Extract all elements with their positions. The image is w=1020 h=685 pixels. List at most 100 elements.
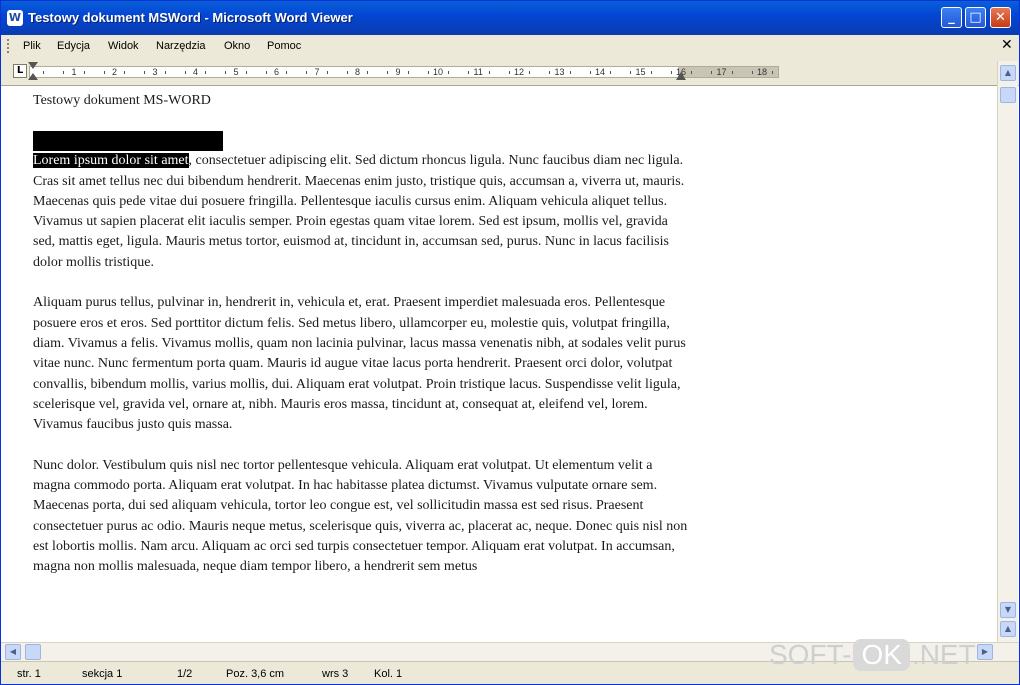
left-indent-icon[interactable] — [28, 73, 38, 80]
ruler-number: 7 — [314, 67, 320, 77]
menu-bar: Plik Edycja Widok Narzędzia Okno Pomoc ✕ — [1, 35, 1019, 59]
ruler-tick — [164, 71, 166, 74]
window-title: Testowy dokument MSWord - Microsoft Word… — [28, 10, 353, 25]
previous-page-icon[interactable]: ▲ — [1000, 621, 1016, 637]
ruler-tick — [245, 71, 247, 74]
ruler-number: 1 — [71, 67, 77, 77]
paragraph-1: Lorem ipsum dolor sit amet, consectetuer… — [33, 151, 693, 273]
menu-narzedzia[interactable]: Narzędzia — [156, 40, 206, 52]
ruler-number: 13 — [554, 67, 565, 77]
scroll-down-icon[interactable]: ▼ — [1000, 602, 1016, 618]
ruler-tick — [387, 71, 389, 74]
ruler-tick — [650, 71, 652, 74]
ruler-tick — [448, 71, 450, 74]
ruler-tick — [468, 71, 470, 74]
ruler-number: 2 — [112, 67, 118, 77]
document-close-icon[interactable]: ✕ — [1001, 37, 1013, 53]
paragraph-1-text: , consectetuer adipiscing elit. Sed dict… — [33, 153, 685, 270]
ruler-tick — [610, 71, 612, 74]
status-column: Kol. 1 — [374, 668, 403, 680]
ruler-number: 12 — [514, 67, 525, 77]
minimize-button[interactable]: _ — [941, 7, 962, 28]
menu-plik[interactable]: Plik — [23, 40, 41, 52]
paragraph-3: Nunc dolor. Vestibulum quis nisl nec tor… — [33, 457, 688, 575]
menu-pomoc[interactable]: Pomoc — [267, 40, 301, 52]
selection-highlight — [33, 131, 223, 152]
status-page: str. 1 — [17, 668, 41, 680]
watermark-logo: SOFT- OK .NET — [769, 639, 976, 671]
ruler-tick — [589, 71, 591, 74]
ruler-tick — [670, 71, 672, 74]
tab-selector-icon[interactable]: L — [13, 64, 27, 78]
ruler-tick — [549, 71, 551, 74]
menu-edycja[interactable]: Edycja — [57, 40, 90, 52]
ruler-tick — [488, 71, 490, 74]
ruler-number: 11 — [473, 67, 483, 77]
toolbar-grip-icon[interactable] — [7, 39, 12, 53]
horizontal-ruler[interactable]: L 1 2 3 4 5 6 7 8 9 10 11 12 13 14 15 16 17 18 — [1, 58, 1019, 86]
word-viewer-window: W Testowy dokument MSWord - Microsoft Wo… — [0, 0, 1020, 685]
ruler-number: 5 — [233, 67, 239, 77]
document-body: Testowy dokument MS-WORD Lorem ipsum dol… — [33, 91, 693, 598]
horizontal-scroll-thumb[interactable] — [25, 644, 41, 660]
paragraph-2: Aliquam purus tellus, pulvinar in, hendr… — [33, 295, 686, 433]
ruler-tick — [367, 71, 369, 74]
document-area[interactable]: Testowy dokument MS-WORD Lorem ipsum dol… — [1, 86, 997, 642]
ruler-tick — [691, 71, 693, 74]
right-indent-icon[interactable] — [676, 72, 686, 80]
close-button[interactable]: ✕ — [990, 7, 1011, 28]
ruler-tick — [43, 71, 45, 74]
ruler-tick — [184, 71, 186, 74]
ruler-tick — [751, 71, 753, 74]
scroll-right-icon[interactable]: ▶ — [977, 644, 993, 660]
ruler-number: 4 — [193, 67, 199, 77]
ruler-strip — [29, 66, 779, 78]
ruler-tick — [103, 71, 105, 74]
ruler-number: 8 — [355, 67, 361, 77]
status-position: Poz. 3,6 cm — [226, 668, 285, 680]
ruler-number: 15 — [635, 67, 646, 77]
scroll-up-icon[interactable]: ▲ — [1000, 65, 1016, 81]
ruler-tick — [569, 71, 571, 74]
ruler-number: 9 — [395, 67, 401, 77]
first-line-indent-icon[interactable] — [28, 62, 38, 69]
ruler-tick — [630, 71, 632, 74]
ruler-tick — [205, 71, 207, 74]
title-bar[interactable]: W Testowy dokument MSWord - Microsoft Wo… — [1, 1, 1019, 35]
ruler-number: 14 — [595, 67, 606, 77]
scroll-left-icon[interactable]: ◀ — [5, 644, 21, 660]
ruler-tick — [772, 71, 774, 74]
ruler-tick — [346, 71, 348, 74]
ruler-tick — [286, 71, 288, 74]
word-app-icon: W — [7, 10, 23, 26]
ruler-tick — [306, 71, 308, 74]
menu-widok[interactable]: Widok — [108, 40, 139, 52]
ruler-tick — [326, 71, 328, 74]
ruler-tick — [508, 71, 510, 74]
ruler-tick — [265, 71, 267, 74]
ruler-number: 10 — [433, 67, 444, 77]
menu-okno[interactable]: Okno — [224, 40, 250, 52]
ruler-tick — [711, 71, 713, 74]
ruler-tick — [529, 71, 531, 74]
ruler-tick — [124, 71, 126, 74]
vertical-scrollbar[interactable]: ▲ ▼ ▲ — [997, 61, 1018, 642]
selected-text: Lorem ipsum dolor sit amet — [33, 153, 189, 169]
status-pages: 1/2 — [177, 668, 193, 680]
status-section: sekcja 1 — [82, 668, 123, 680]
ruler-number: 18 — [757, 67, 768, 77]
ruler-number: 3 — [152, 67, 158, 77]
maximize-button[interactable]: □ — [965, 7, 986, 28]
status-line: wrs 3 — [322, 668, 349, 680]
ruler-tick — [407, 71, 409, 74]
ruler-number: 17 — [716, 67, 727, 77]
ruler-tick — [83, 71, 85, 74]
ruler-number: 6 — [274, 67, 280, 77]
ruler-tick — [427, 71, 429, 74]
ruler-tick — [63, 71, 65, 74]
document-title: Testowy dokument MS-WORD — [33, 93, 211, 108]
ruler-tick — [731, 71, 733, 74]
ruler-tick — [144, 71, 146, 74]
ruler-tick — [225, 71, 227, 74]
vertical-scroll-thumb[interactable] — [1000, 87, 1016, 103]
